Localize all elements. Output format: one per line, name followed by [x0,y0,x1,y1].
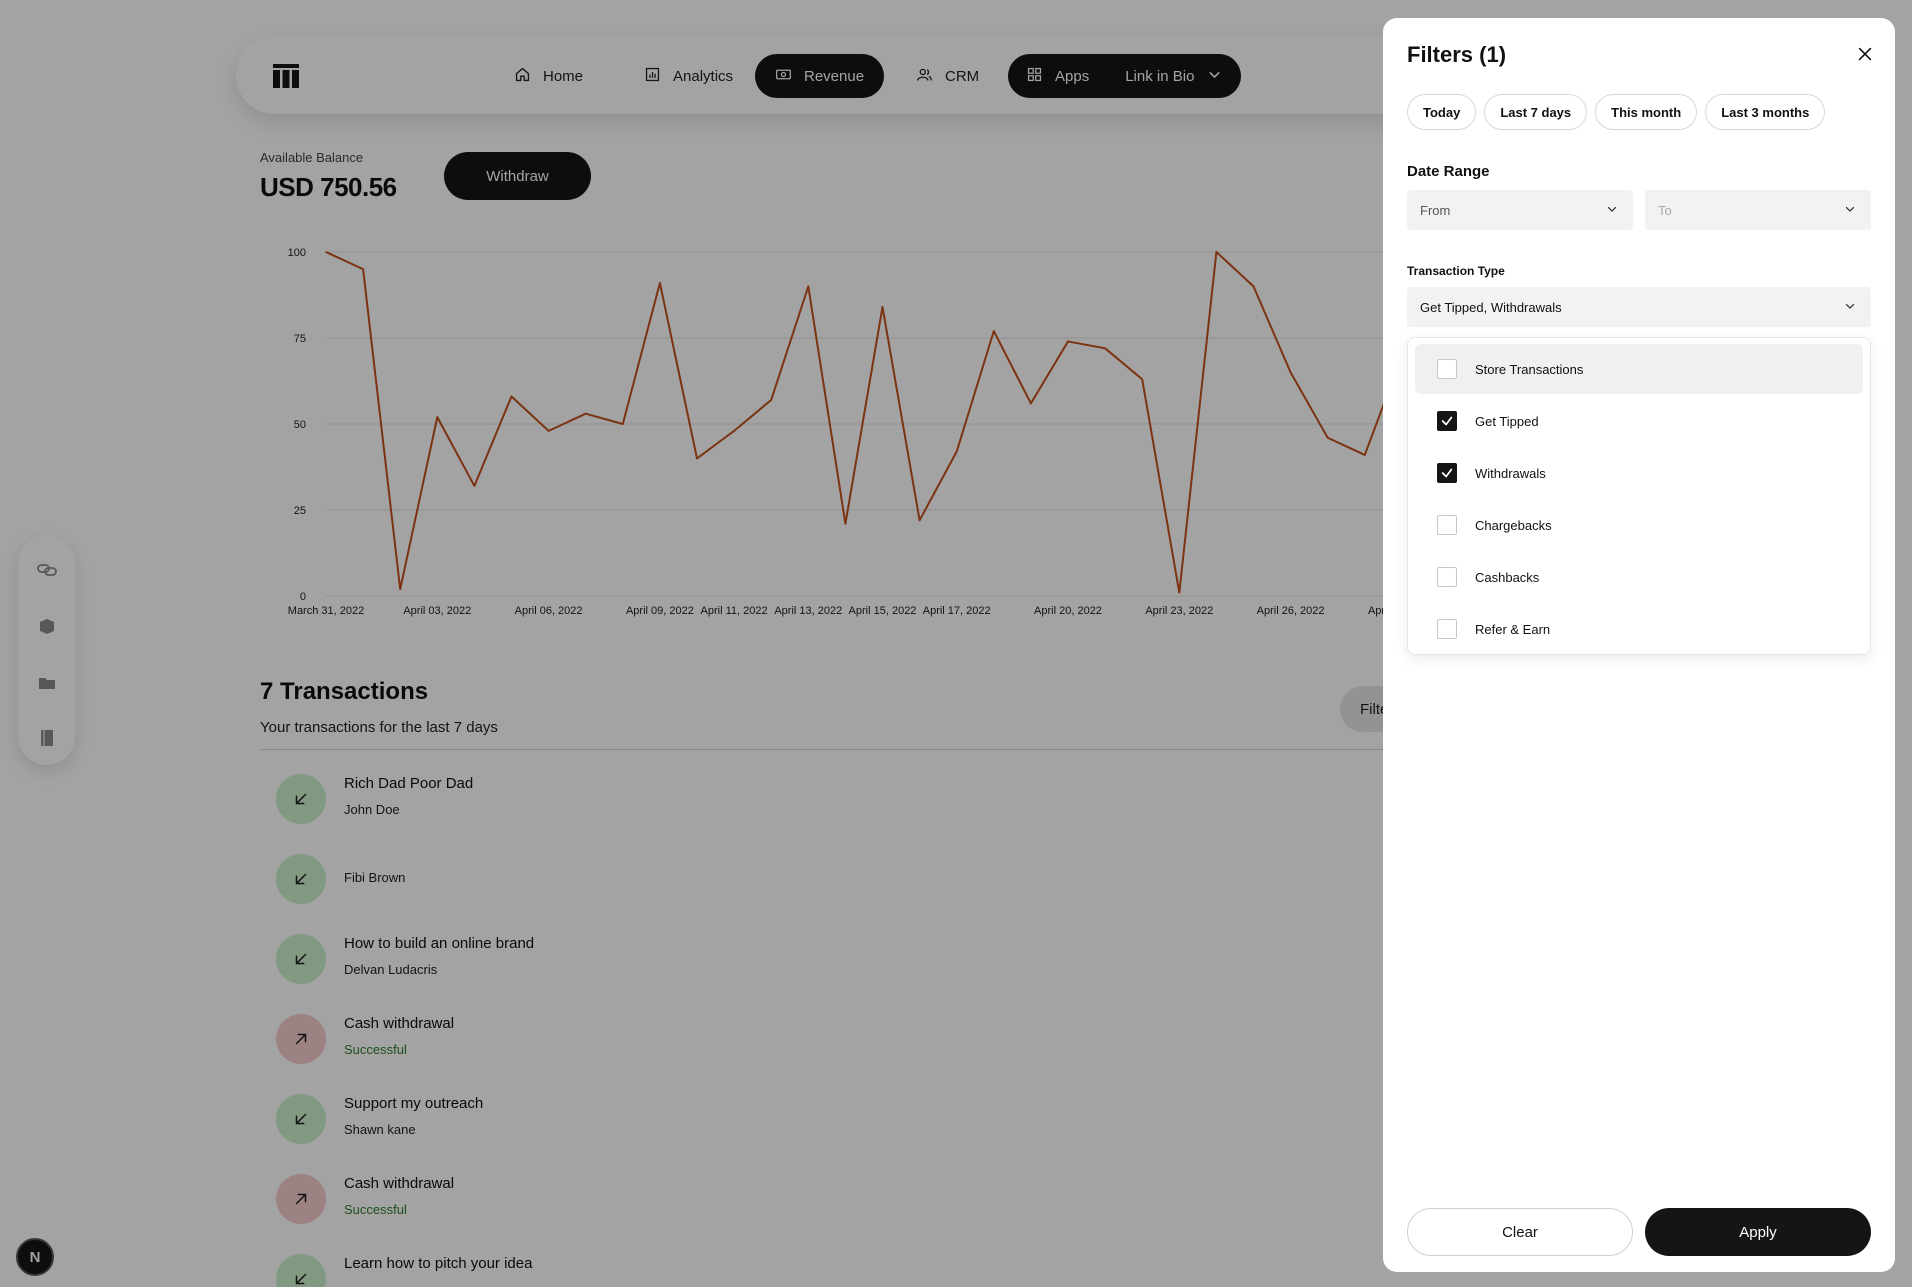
option-cashbacks[interactable]: Cashbacks [1415,552,1863,602]
option-label: Cashbacks [1475,569,1540,585]
transaction-type-select[interactable]: Get Tipped, Withdrawals [1407,287,1871,327]
checkbox-checked[interactable] [1437,411,1457,431]
option-label: Store Transactions [1475,361,1584,377]
option-get-tipped[interactable]: Get Tipped [1415,396,1863,446]
chevron-down-icon [1843,202,1857,219]
option-label: Refer & Earn [1475,621,1551,637]
option-label: Withdrawals [1475,465,1546,481]
clear-button[interactable]: Clear [1407,1208,1633,1256]
checkbox[interactable] [1437,359,1457,379]
checkbox[interactable] [1437,619,1457,639]
filters-title: Filters (1) [1407,42,1507,67]
to-placeholder: To [1658,202,1672,218]
option-store-transactions[interactable]: Store Transactions [1415,344,1863,394]
from-placeholder: From [1420,202,1451,218]
transaction-type-menu: Store Transactions Get Tipped Withdrawal… [1407,337,1871,655]
option-label: Get Tipped [1475,413,1539,429]
checkbox[interactable] [1437,567,1457,587]
checkbox[interactable] [1437,515,1457,535]
date-presets: Today Last 7 days This month Last 3 mont… [1407,94,1826,130]
transaction-type-value: Get Tipped, Withdrawals [1420,299,1562,315]
option-label: Chargebacks [1475,517,1552,533]
checkbox-checked[interactable] [1437,463,1457,483]
to-date-select[interactable]: To [1645,190,1871,230]
chevron-down-icon [1843,299,1857,316]
close-icon[interactable] [1853,42,1877,66]
transaction-type-label: Transaction Type [1407,264,1505,278]
preset-last-7-days[interactable]: Last 7 days [1484,94,1588,130]
preset-today[interactable]: Today [1407,94,1477,130]
from-date-select[interactable]: From [1407,190,1633,230]
filters-panel: Filters (1) Today Last 7 days This month… [1383,18,1895,1272]
preset-last-3-months[interactable]: Last 3 months [1705,94,1826,130]
option-refer-and-earn[interactable]: Refer & Earn [1415,604,1863,654]
preset-this-month[interactable]: This month [1595,94,1698,130]
apply-button[interactable]: Apply [1645,1208,1871,1256]
chevron-down-icon [1605,202,1619,219]
date-range-label: Date Range [1407,163,1490,180]
option-chargebacks[interactable]: Chargebacks [1415,500,1863,550]
option-withdrawals[interactable]: Withdrawals [1415,448,1863,498]
